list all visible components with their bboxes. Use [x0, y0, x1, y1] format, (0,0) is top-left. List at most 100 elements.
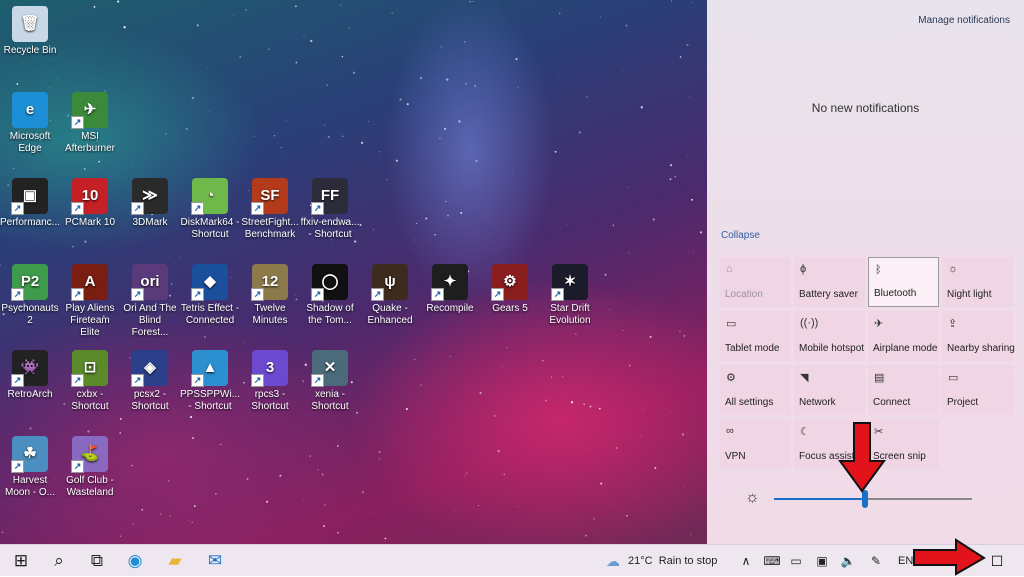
desktop-icon[interactable]: ◯ ↗ Shadow of the Tom...: [300, 264, 360, 327]
meet-now-tray-button[interactable]: ⌨: [762, 551, 782, 571]
desktop-icon[interactable]: ☘ ↗ Harvest Moon - O...: [0, 436, 60, 499]
manage-notifications-link[interactable]: Manage notifications: [918, 15, 1010, 26]
desktop-icon[interactable]: 👾 ↗ RetroArch: [0, 350, 60, 401]
desktop-icon[interactable]: ◔ ↗ DiskMark64 - Shortcut: [180, 178, 240, 241]
edge-taskbar-button[interactable]: ◉: [118, 545, 152, 577]
diskmark-icon: ◔ ↗: [191, 178, 228, 215]
desktop-icon[interactable]: e Microsoft Edge: [0, 92, 60, 155]
desktop-icon-label: Ori And The Blind Forest...: [123, 303, 177, 338]
quick-action-label: Tablet mode: [725, 343, 780, 354]
desktop-icon-label: cxbx - Shortcut: [71, 389, 109, 412]
quick-action-battery-saver[interactable]: ϕ Battery saver: [794, 257, 865, 307]
quick-action-all-settings[interactable]: ⚙ All settings: [720, 365, 791, 415]
desktop-icon[interactable]: ◈ ↗ pcsx2 - Shortcut: [120, 350, 180, 413]
shortcut-arrow-icon: ↗: [311, 288, 324, 301]
edge-icon: e: [12, 92, 48, 128]
desktop-icon[interactable]: ✦ ↗ Recompile: [420, 264, 480, 315]
windows-start-taskbar-button[interactable]: ⊞: [4, 545, 38, 577]
desktop-icon[interactable]: P2 ↗ Psychonauts 2: [0, 264, 60, 327]
quick-action-project[interactable]: ▭ Project: [942, 365, 1013, 415]
desktop-icon[interactable]: 3 ↗ rpcs3 - Shortcut: [240, 350, 300, 413]
quick-action-vpn[interactable]: ∞ VPN: [720, 419, 791, 469]
desktop-icon[interactable]: ⊡ ↗ cxbx - Shortcut: [60, 350, 120, 413]
network-tray-button[interactable]: ▣: [812, 551, 832, 571]
quick-action-label: Connect: [873, 397, 911, 408]
task-view-icon: ⧉: [90, 551, 104, 570]
desktop-icon[interactable]: ✕ ↗ xenia - Shortcut: [300, 350, 360, 413]
quick-action-nearby-sharing[interactable]: ⇪ Nearby sharing: [942, 311, 1015, 361]
chevron-up-icon: ∧: [741, 554, 751, 568]
desktop-icon[interactable]: ◆ ↗ Tetris Effect - Connected: [180, 264, 240, 327]
desktop-icon-label: StreetFight... Benchmark: [241, 217, 299, 240]
shortcut-arrow-icon: ↗: [431, 288, 444, 301]
shortcut-arrow-icon: ↗: [371, 288, 384, 301]
desktop-icon[interactable]: ▲ ↗ PPSSPPWi... - Shortcut: [180, 350, 240, 413]
no-notifications-text: No new notifications: [811, 101, 920, 115]
desktop-icon[interactable]: ▣ ↗ Performanc...: [0, 178, 60, 229]
quick-action-airplane-mode[interactable]: ✈ Airplane mode: [868, 311, 939, 361]
battery-tray-button[interactable]: ▭: [786, 551, 806, 571]
desktop-icon-label: Shadow of the Tom...: [306, 303, 354, 326]
shortcut-arrow-icon: ↗: [251, 374, 264, 387]
rpcs3-icon: 3 ↗: [251, 350, 288, 387]
desktop-icon-label: Performanc...: [0, 217, 61, 228]
brightness-slider[interactable]: [774, 490, 972, 508]
shortcut-arrow-icon: ↗: [71, 288, 84, 301]
quick-action-tablet-mode[interactable]: ▭ Tablet mode: [720, 311, 791, 361]
volume-tray-button[interactable]: 🔈: [838, 551, 858, 571]
shortcut-arrow-icon: ↗: [131, 374, 144, 387]
desktop-icon[interactable]: ori ↗ Ori And The Blind Forest...: [120, 264, 180, 339]
desktop-icon-label: Gears 5: [492, 303, 528, 314]
desktop-icon[interactable]: SF ↗ StreetFight... Benchmark: [240, 178, 300, 241]
brightness-icon: ☼: [745, 489, 760, 506]
mail-taskbar-button[interactable]: ✉: [198, 545, 232, 577]
pcmark-icon: 10 ↗: [71, 178, 108, 215]
desktop-icon-label: PCMark 10: [64, 217, 115, 228]
shortcut-arrow-icon: ↗: [311, 202, 324, 215]
windows-start-icon: ⊞: [13, 551, 29, 570]
quick-action-label: Airplane mode: [873, 343, 938, 354]
pen-tray-button[interactable]: ✎: [866, 551, 886, 571]
desktop-icon[interactable]: ≫ ↗ 3DMark: [120, 178, 180, 229]
quick-action-connect[interactable]: ▤ Connect: [868, 365, 939, 415]
quick-action-bluetooth[interactable]: ᛒ Bluetooth: [868, 257, 939, 307]
desktop-icon[interactable]: ⚙ ↗ Gears 5: [480, 264, 540, 315]
battery-saver-icon: ϕ: [800, 263, 807, 275]
desktop-icon[interactable]: 🗑 Recycle Bin: [0, 6, 60, 57]
quick-action-night-light[interactable]: ☼ Night light: [942, 257, 1013, 307]
shortcut-arrow-icon: ↗: [491, 288, 504, 301]
night-light-icon: ☼: [948, 263, 959, 275]
desktop-icon[interactable]: ✈ ↗ MSI Afterburner: [60, 92, 120, 155]
recompile-icon: ✦ ↗: [431, 264, 468, 301]
desktop-icon-label: Play Aliens Fireteam Elite: [65, 303, 115, 338]
desktop-icon-label: Quake - Enhanced: [367, 303, 413, 326]
desktop-icon-label: Recompile: [426, 303, 474, 314]
desktop-icon[interactable]: 10 ↗ PCMark 10: [60, 178, 120, 229]
performance-icon: ▣ ↗: [11, 178, 48, 215]
task-view-taskbar-button[interactable]: ⧉: [80, 545, 114, 577]
desktop-icon[interactable]: ψ ↗ Quake - Enhanced: [360, 264, 420, 327]
quick-action-label: Location: [725, 289, 763, 300]
shortcut-arrow-icon: ↗: [191, 288, 204, 301]
quick-action-label: Battery saver: [799, 289, 858, 300]
desktop[interactable]: 🗑 Recycle Bin e Microsoft Edge ✈ ↗ MSI Afterbu…: [0, 0, 707, 544]
shortcut-arrow-icon: ↗: [191, 202, 204, 215]
file-explorer-taskbar-button[interactable]: ▰: [158, 545, 192, 577]
desktop-icon[interactable]: FF ↗ ffxiv-endwa... - Shortcut: [300, 178, 360, 241]
quick-action-mobile-hotspot[interactable]: ((·)) Mobile hotspot: [794, 311, 865, 361]
weather-widget[interactable]: ☁ 21°C Rain to stop: [606, 551, 717, 571]
desktop-icon[interactable]: 12 ↗ Twelve Minutes: [240, 264, 300, 327]
quick-action-network[interactable]: ◥ Network: [794, 365, 865, 415]
chevron-up-tray-button[interactable]: ∧: [736, 551, 756, 571]
notification-button[interactable]: ☐: [984, 545, 1010, 577]
notification-icon: ☐: [990, 552, 1004, 569]
quick-action-location[interactable]: ⌂ Location: [720, 257, 791, 307]
harvest-moon-icon: ☘ ↗: [11, 436, 48, 473]
shortcut-arrow-icon: ↗: [191, 374, 204, 387]
desktop-icon[interactable]: ⛳ ↗ Golf Club - Wasteland: [60, 436, 120, 499]
desktop-icon[interactable]: ✶ ↗ Star Drift Evolution: [540, 264, 600, 327]
collapse-link[interactable]: Collapse: [721, 230, 760, 241]
shortcut-arrow-icon: ↗: [11, 288, 24, 301]
search-taskbar-button[interactable]: ⌕: [42, 545, 76, 577]
desktop-icon[interactable]: A ↗ Play Aliens Fireteam Elite: [60, 264, 120, 339]
